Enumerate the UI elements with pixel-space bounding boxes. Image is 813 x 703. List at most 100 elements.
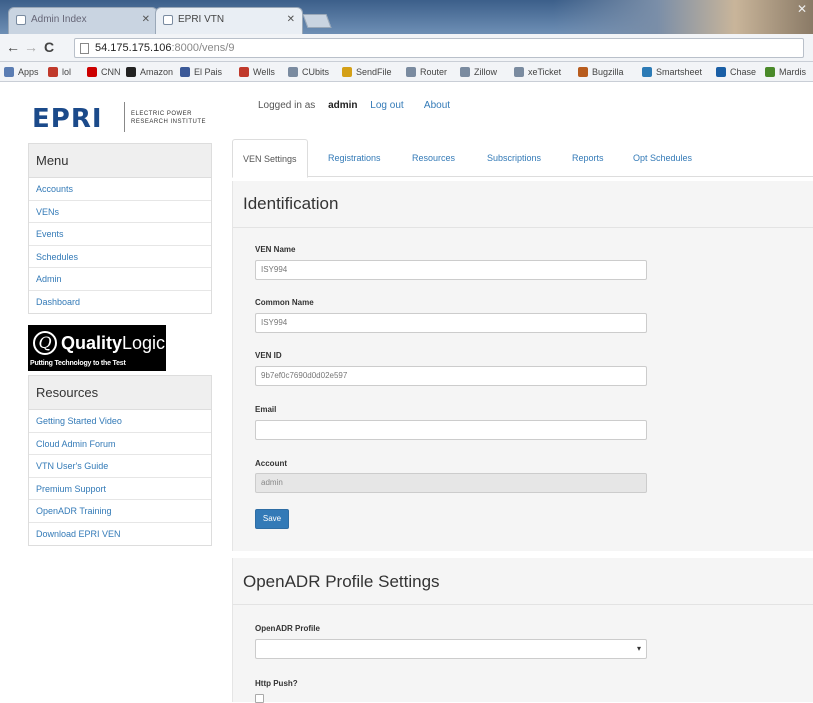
bookmark-icon — [342, 67, 352, 77]
qualitylogic-name-bold: Quality — [61, 333, 123, 353]
bookmark-label: Bugzilla — [592, 67, 624, 77]
bookmark-item[interactable]: Amazon — [126, 66, 173, 78]
bookmark-item[interactable]: Chase — [716, 66, 756, 78]
resources-panel: Resources Getting Started Video Cloud Ad… — [28, 375, 212, 546]
menu-title: Menu — [29, 144, 211, 178]
bookmark-icon — [514, 67, 524, 77]
menu-list: Accounts VENs Events Schedules Admin Das… — [29, 178, 211, 313]
menu-panel: Menu Accounts VENs Events Schedules Admi… — [28, 143, 212, 314]
address-bar[interactable]: 54.175.175.106:8000/vens/9 — [74, 38, 804, 58]
bookmark-item[interactable]: lol — [48, 66, 71, 78]
logout-link[interactable]: Log out — [370, 100, 403, 111]
profile-title: OpenADR Profile Settings — [243, 572, 440, 591]
page-icon — [163, 15, 173, 25]
bookmark-label: Wells — [253, 67, 275, 77]
url-path: :8000/vens/9 — [171, 42, 235, 54]
bookmark-label: Amazon — [140, 67, 174, 77]
qualitylogic-logo[interactable]: Q QualityLogic. Putting Technology to th… — [28, 325, 170, 371]
bookmark-item[interactable]: SendFile — [342, 66, 392, 78]
page-icon — [80, 43, 89, 54]
page: EPRI ELECTRIC POWER RESEARCH INSTITUTE L… — [0, 82, 813, 703]
ven-name-input[interactable]: ISY994 — [255, 260, 647, 280]
bookmark-label: Chase — [730, 67, 757, 77]
close-icon[interactable]: ✕ — [142, 8, 150, 32]
tab-opt-schedules[interactable]: Opt Schedules — [623, 139, 702, 177]
openadr-profile-select[interactable]: ▾ — [255, 639, 647, 659]
bookmark-icon — [288, 67, 298, 77]
save-button[interactable]: Save — [255, 509, 289, 529]
tab-strip: Admin Index ✕ EPRI VTN ✕ ✕ — [0, 0, 813, 34]
menu-item-accounts[interactable]: Accounts — [29, 178, 211, 201]
tab-subscriptions[interactable]: Subscriptions — [477, 139, 551, 177]
ven-id-label: VEN ID — [255, 351, 282, 360]
url-host: 54.175.175.106 — [95, 42, 172, 54]
tab-resources[interactable]: Resources — [402, 139, 465, 177]
new-tab-button[interactable] — [302, 14, 332, 28]
bookmark-label: CUbits — [302, 67, 330, 77]
reload-icon[interactable]: C — [44, 40, 54, 54]
qualitylogic-q-icon: Q — [33, 331, 57, 355]
menu-item-dashboard[interactable]: Dashboard — [29, 291, 211, 314]
bookmark-icon — [87, 67, 97, 77]
bookmark-item[interactable]: Router — [406, 66, 447, 78]
back-icon[interactable]: ← — [6, 40, 20, 54]
qualitylogic-tagline: Putting Technology to the Test — [30, 360, 126, 367]
username: admin — [328, 100, 358, 111]
logged-in-prefix: Logged in as — [258, 100, 316, 111]
bookmark-item[interactable]: Bugzilla — [578, 66, 624, 78]
account-input: admin — [255, 473, 647, 493]
common-name-input[interactable]: ISY994 — [255, 313, 647, 333]
forward-icon[interactable]: → — [24, 40, 38, 54]
tab-reports[interactable]: Reports — [562, 139, 614, 177]
ven-tabs: VEN Settings Registrations Resources Sub… — [232, 139, 813, 178]
resource-link-getting-started[interactable]: Getting Started Video — [29, 410, 211, 433]
bookmark-item[interactable]: Apps — [4, 66, 39, 78]
bookmark-item[interactable]: Smartsheet — [642, 66, 702, 78]
bookmark-icon — [716, 67, 726, 77]
bookmark-icon — [239, 67, 249, 77]
logged-in-text: Logged in as admin — [258, 100, 358, 111]
menu-item-admin[interactable]: Admin — [29, 268, 211, 291]
ven-id-input[interactable]: 9b7ef0c7690d0d02e597 — [255, 366, 647, 386]
browser-tab-admin[interactable]: Admin Index ✕ — [8, 7, 158, 34]
bookmark-icon — [180, 67, 190, 77]
tab-registrations[interactable]: Registrations — [318, 139, 391, 177]
bookmark-item[interactable]: xeTicket — [514, 66, 561, 78]
window-close-icon[interactable]: ✕ — [793, 2, 811, 16]
epri-logo[interactable]: EPRI ELECTRIC POWER RESEARCH INSTITUTE — [32, 102, 214, 134]
page-icon — [16, 15, 26, 25]
browser-tab-title: Admin Index — [31, 14, 87, 25]
menu-item-schedules[interactable]: Schedules — [29, 246, 211, 268]
logo-divider — [124, 102, 125, 132]
email-input[interactable] — [255, 420, 647, 440]
about-link[interactable]: About — [424, 100, 450, 111]
bookmark-item[interactable]: Zillow — [460, 66, 497, 78]
logo-tagline: ELECTRIC POWER RESEARCH INSTITUTE — [131, 110, 221, 126]
account-label: Account — [255, 459, 287, 468]
resource-link-download-ven[interactable]: Download EPRI VEN — [29, 523, 211, 546]
resource-link-users-guide[interactable]: VTN User's Guide — [29, 455, 211, 478]
menu-item-vens[interactable]: VENs — [29, 201, 211, 223]
bookmark-label: CNN — [101, 67, 121, 77]
bookmark-icon — [460, 67, 470, 77]
qualitylogic-name: QualityLogic. — [61, 332, 170, 354]
bookmark-item[interactable]: Wells — [239, 66, 275, 78]
browser-chrome: Admin Index ✕ EPRI VTN ✕ ✕ ← → C 54.175.… — [0, 0, 813, 82]
bookmark-item[interactable]: Mardis — [765, 66, 806, 78]
identification-title: Identification — [243, 194, 339, 213]
menu-item-events[interactable]: Events — [29, 223, 211, 246]
close-icon[interactable]: ✕ — [287, 8, 295, 32]
common-name-label: Common Name — [255, 298, 314, 307]
logo-tagline-line1: ELECTRIC POWER — [131, 111, 193, 117]
tab-ven-settings[interactable]: VEN Settings — [232, 139, 308, 178]
resource-link-premium-support[interactable]: Premium Support — [29, 478, 211, 500]
browser-tab-epri[interactable]: EPRI VTN ✕ — [155, 7, 303, 34]
bookmarks-bar: Apps lol CNN Amazon El Pais Wells CUbits SendFi… — [0, 62, 813, 82]
bookmark-item[interactable]: El Pais — [180, 66, 222, 78]
bookmark-item[interactable]: CNN — [87, 66, 121, 78]
resource-link-cloud-forum[interactable]: Cloud Admin Forum — [29, 433, 211, 455]
window-background — [553, 0, 813, 34]
bookmark-item[interactable]: CUbits — [288, 66, 329, 78]
email-label: Email — [255, 405, 277, 414]
resource-link-openadr-training[interactable]: OpenADR Training — [29, 500, 211, 523]
